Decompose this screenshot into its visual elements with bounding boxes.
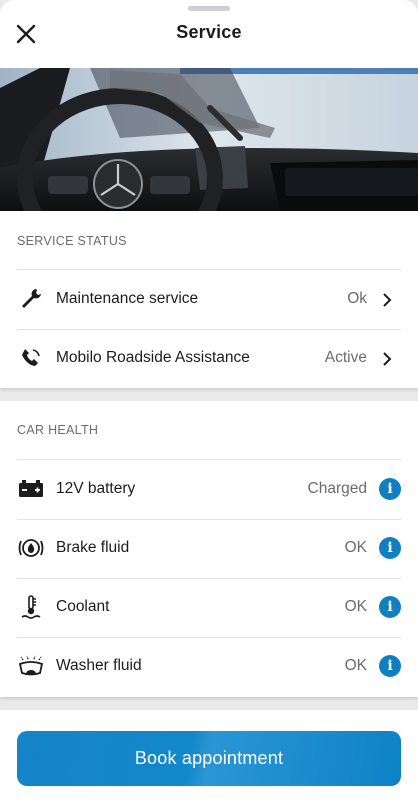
hero-image: [0, 68, 418, 211]
coolant-icon: [17, 593, 45, 621]
service-sheet: Service SERVICE STATUS Maintenance servi…: [0, 0, 418, 799]
row-label: Washer fluid: [56, 657, 142, 674]
info-icon[interactable]: i: [379, 655, 401, 677]
service-status-section: SERVICE STATUS Maintenance service Ok Mo…: [0, 211, 418, 388]
row-12v-battery: 12V battery Charged i: [0, 460, 418, 519]
row-status: Active: [324, 349, 367, 366]
chevron-right-icon: [383, 293, 392, 307]
brake-fluid-icon: [17, 534, 45, 562]
info-icon[interactable]: i: [379, 537, 401, 559]
row-coolant: Coolant OK i: [0, 578, 418, 637]
row-label: Maintenance service: [56, 290, 199, 307]
page-title: Service: [176, 22, 242, 42]
row-maintenance-service[interactable]: Maintenance service Ok: [0, 270, 418, 329]
row-status: OK: [344, 657, 367, 674]
row-washer-fluid: Washer fluid OK i: [0, 637, 418, 696]
row-status: Ok: [347, 290, 367, 307]
row-label: Coolant: [56, 598, 110, 615]
row-label: Mobilo Roadside Assistance: [56, 349, 250, 366]
row-status: OK: [344, 598, 367, 615]
book-appointment-button[interactable]: Book appointment: [17, 731, 401, 786]
row-status: OK: [344, 539, 367, 556]
row-label: 12V battery: [56, 480, 136, 497]
header: Service: [0, 0, 418, 68]
chevron-right-icon: [383, 352, 392, 366]
info-icon[interactable]: i: [379, 478, 401, 500]
info-icon[interactable]: i: [379, 596, 401, 618]
sheet-grabber[interactable]: [188, 6, 230, 11]
row-label: Brake fluid: [56, 539, 130, 556]
phone-icon: [17, 344, 45, 372]
row-brake-fluid: Brake fluid OK i: [0, 519, 418, 578]
section-heading: SERVICE STATUS: [17, 234, 127, 248]
wrench-icon: [17, 285, 45, 313]
row-roadside-assistance[interactable]: Mobilo Roadside Assistance Active: [0, 329, 418, 388]
battery-icon: [17, 475, 45, 503]
washer-fluid-icon: [17, 652, 45, 680]
footer: Book appointment: [0, 710, 418, 799]
row-status: Charged: [307, 480, 367, 497]
section-heading: CAR HEALTH: [17, 423, 99, 437]
car-health-section: CAR HEALTH 12V battery Charged i Brake f…: [0, 401, 418, 697]
